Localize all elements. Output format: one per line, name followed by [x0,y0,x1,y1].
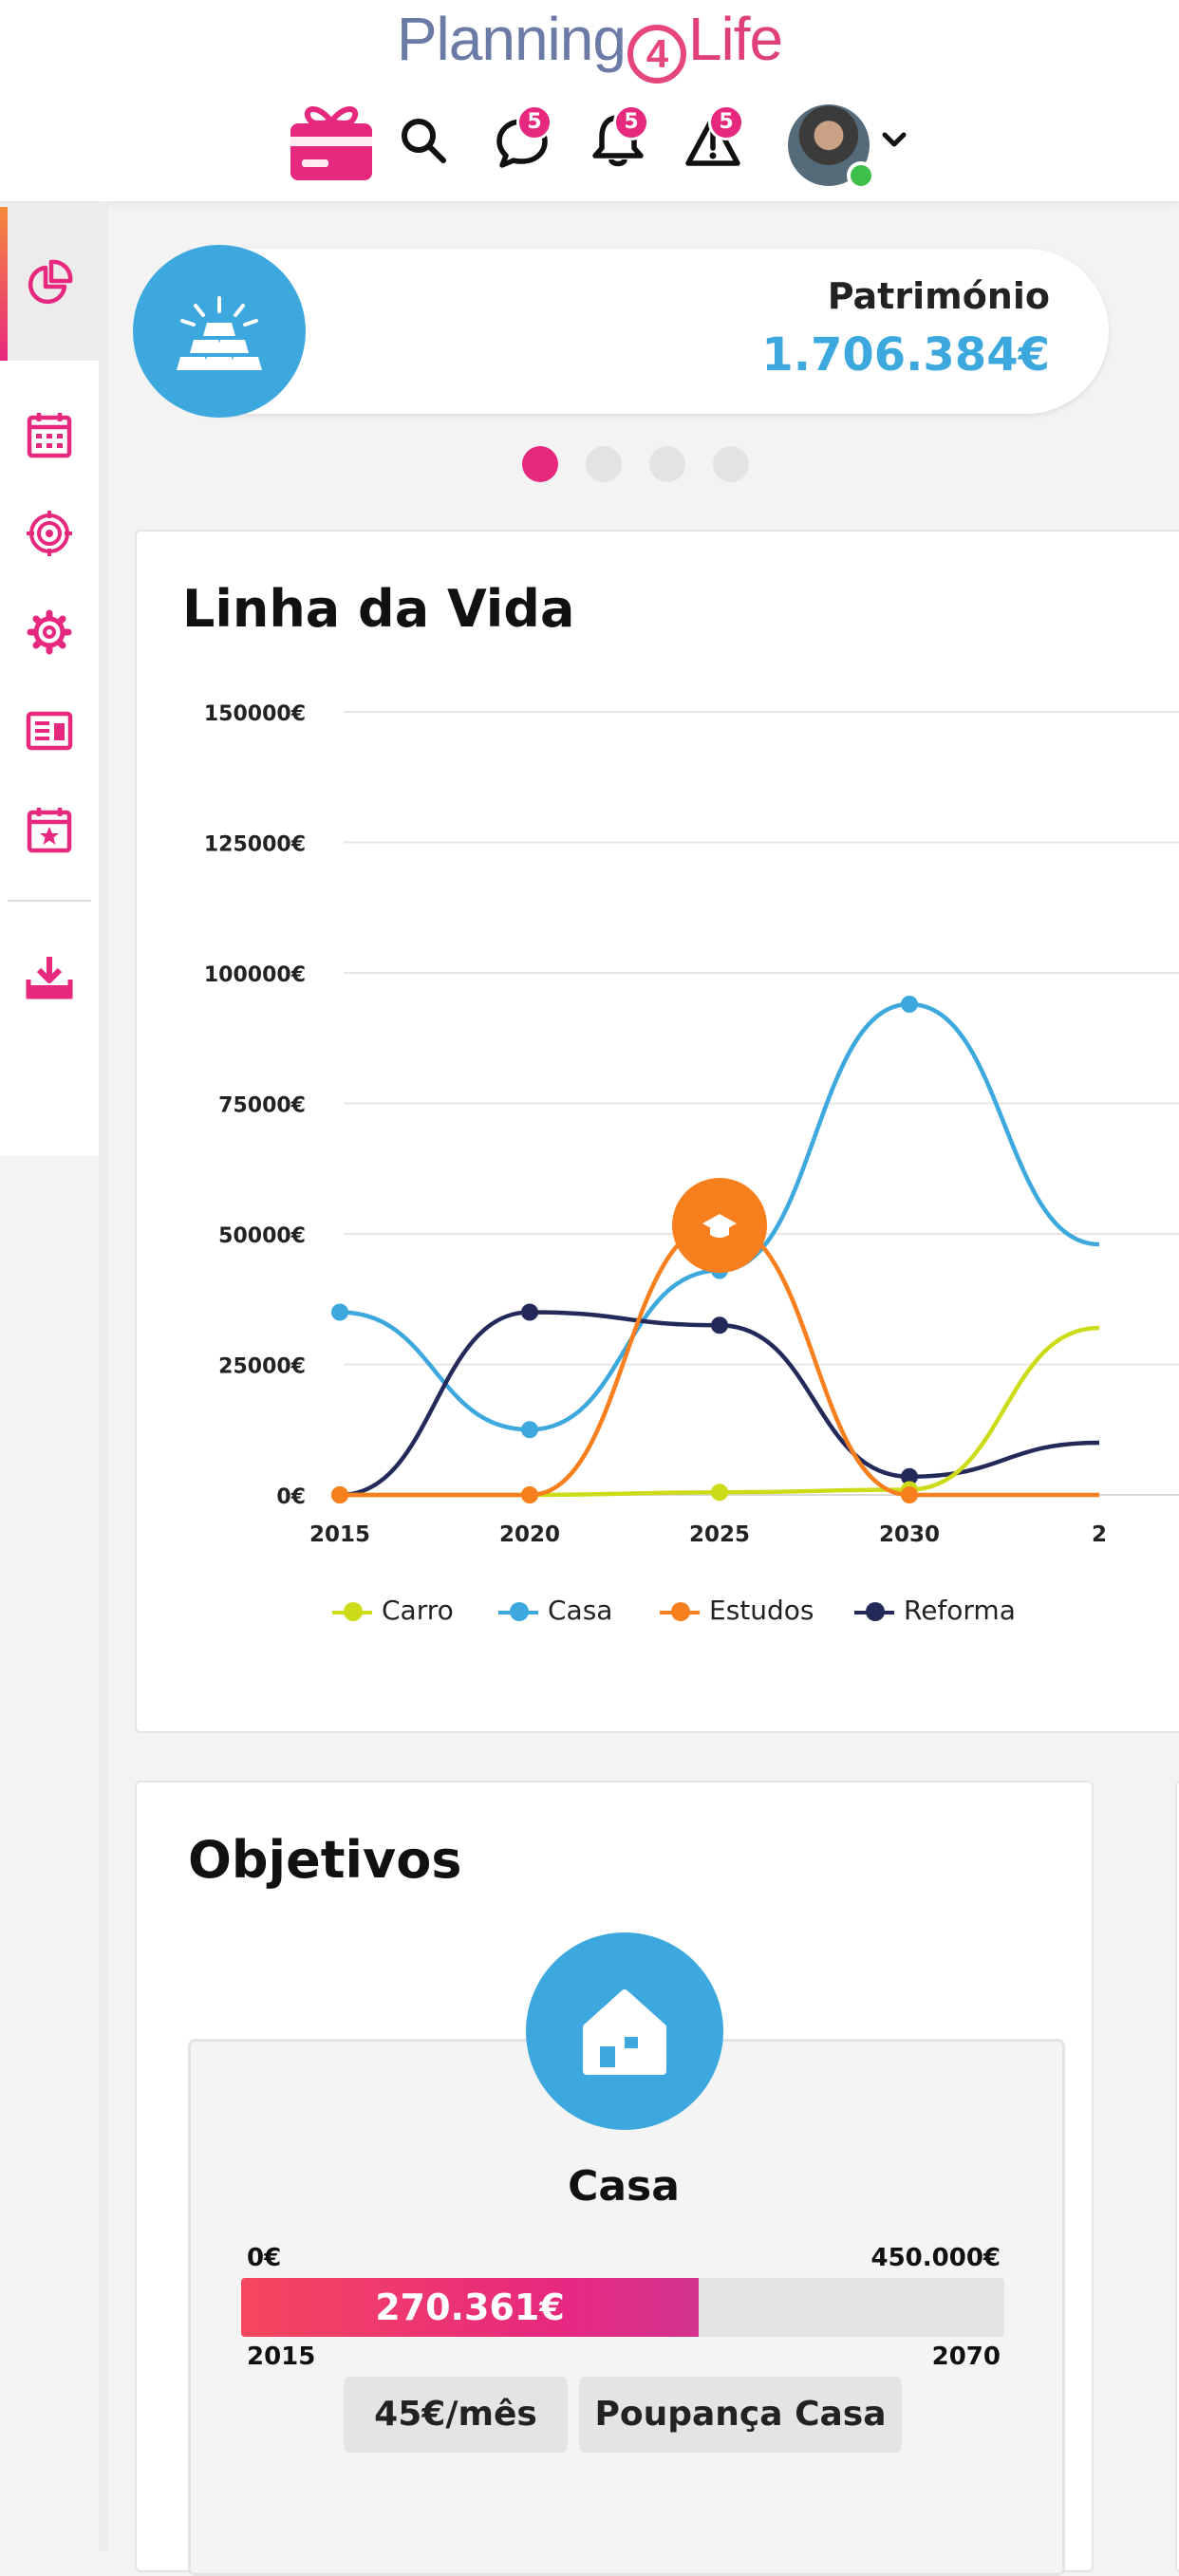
legend-label: Casa [548,1595,613,1626]
y-tick-label: 150000€ [204,702,306,726]
patrimonio-label: Património [827,275,1050,317]
carousel-dot-4[interactable] [713,446,749,482]
gold-bars-icon [177,296,262,370]
carousel-dot-1[interactable] [522,446,558,482]
data-point-reforma[interactable] [711,1316,728,1335]
goal-name: Casa [568,2162,680,2211]
sidebar-divider [8,900,91,902]
y-tick-label: 125000€ [204,833,306,857]
house-icon [583,1989,666,2075]
gear-icon[interactable] [25,607,74,657]
sidebar-nav [0,207,100,1156]
patrimonio-value: 1.706.384€ [761,328,1050,382]
online-status-indicator [847,161,875,190]
patrimonio-icon-circle [133,245,306,418]
legend-label: Reforma [904,1595,1016,1626]
logo-four-mark: 4 [627,25,686,84]
app-logo[interactable]: Planning 4 Life [0,4,1179,84]
y-tick-label: 25000€ [218,1355,306,1379]
content-gutter [99,201,108,2551]
target-icon[interactable] [25,509,74,558]
data-point-carro[interactable] [711,1484,728,1502]
goal-end-year: 2070 [931,2343,1001,2371]
legend-swatch [332,1602,372,1621]
x-tick-label: 2025 [689,1522,750,1547]
pie-chart-icon [25,258,74,308]
logo-text-planning: Planning [396,5,627,73]
goal-max-label: 450.000€ [870,2244,1001,2272]
goal-icon-circle [526,1932,723,2130]
next-objetivo-card-edge [1175,1781,1179,2572]
calendar-icon[interactable] [25,410,74,459]
legend-item-casa[interactable]: Casa [498,1595,612,1626]
news-card-icon[interactable] [25,706,74,756]
data-point-estudos[interactable] [901,1486,918,1503]
chevron-down-icon[interactable] [881,131,908,150]
data-point-casa[interactable] [901,996,918,1013]
goal-monthly-amount[interactable]: 45€/mês [344,2377,568,2453]
sidebar-item-dashboard[interactable] [0,207,99,361]
series-line-carro [340,1325,1100,1498]
goal-min-label: 0€ [247,2244,282,2272]
legend-swatch [498,1602,538,1621]
objetivos-title: Objetivos [188,1830,462,1890]
data-point-casa[interactable] [331,1303,348,1321]
logo-text-life: Life [687,5,783,73]
y-tick-label: 75000€ [218,1094,306,1118]
goal-start-year: 2015 [247,2343,316,2371]
x-tick-label: 2 [1092,1522,1107,1547]
notifications-count-badge: 5 [613,104,649,140]
app-header: Planning 4 Life 5 5 5 [0,0,1179,202]
chart-title: Linha da Vida [182,579,575,639]
legend-item-reforma[interactable]: Reforma [854,1595,1016,1626]
download-tray-icon[interactable] [25,953,74,1002]
carousel-dot-2[interactable] [586,446,622,482]
calendar-star-icon[interactable] [25,805,74,854]
gift-card-icon[interactable] [289,101,374,182]
messages-count-badge: 5 [516,104,552,140]
graduation-cap-marker[interactable] [672,1178,767,1273]
x-tick-label: 2020 [499,1522,560,1547]
y-tick-label: 50000€ [218,1224,306,1248]
legend-item-estudos[interactable]: Estudos [660,1595,814,1626]
data-point-estudos[interactable] [331,1486,348,1503]
data-point-reforma[interactable] [521,1303,538,1321]
data-point-estudos[interactable] [521,1486,538,1503]
x-tick-label: 2015 [309,1522,370,1547]
legend-swatch [854,1602,894,1621]
legend-swatch [660,1602,700,1621]
search-icon[interactable] [399,116,448,165]
carousel-dot-3[interactable] [649,446,685,482]
data-point-casa[interactable] [521,1421,538,1439]
user-avatar[interactable] [788,104,875,190]
x-tick-label: 2030 [879,1522,940,1547]
legend-label: Estudos [709,1595,814,1626]
series-line-reforma [339,1310,1100,1498]
legend-label: Carro [382,1595,454,1626]
goal-savings-account[interactable]: Poupança Casa [579,2377,902,2453]
goal-current-value: 270.361€ [375,2287,565,2328]
legend-item-carro[interactable]: Carro [332,1595,454,1626]
y-tick-label: 0€ [276,1485,306,1509]
life-line-chart: 150000€ 125000€ 100000€ 75000€ 50000€ 25000€ 0… [204,702,1179,1547]
alerts-count-badge: 5 [708,104,744,140]
y-tick-label: 100000€ [204,963,306,987]
